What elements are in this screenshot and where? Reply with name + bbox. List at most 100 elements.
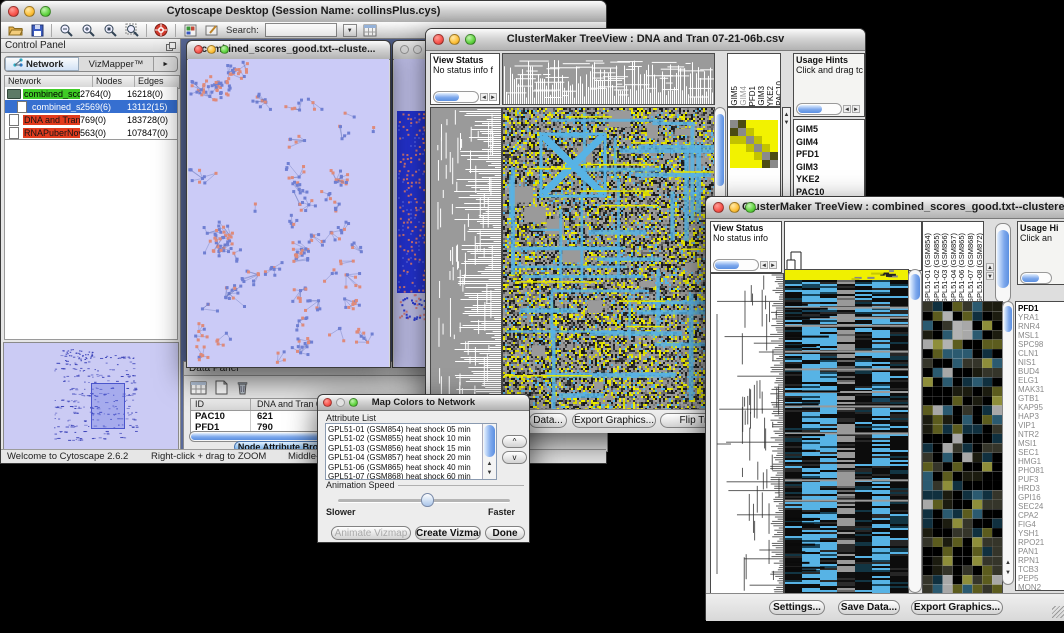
left-arrow-icon[interactable]: ◄	[480, 93, 488, 101]
zoom-button[interactable]	[745, 202, 756, 213]
treeview2-titlebar[interactable]: ClusterMaker TreeView : combined_scores_…	[706, 197, 1064, 219]
create-vizmap-button[interactable]: Create Vizmap	[415, 526, 481, 540]
up-arrow-icon[interactable]: ▲	[1003, 560, 1013, 567]
birdseye-canvas[interactable]	[3, 342, 179, 452]
select-attributes-button[interactable]	[190, 380, 207, 400]
left-arrow-icon[interactable]: ◄	[843, 105, 851, 113]
save-data-button[interactable]: Save Data...	[838, 600, 900, 615]
close-button[interactable]	[8, 6, 19, 17]
view-status-scrollbar[interactable]: ◄ ►	[433, 91, 497, 103]
tv2-heatmap-vscrollbar[interactable]	[908, 269, 922, 593]
right-arrow-icon[interactable]: ►	[769, 261, 777, 269]
search-dropdown-button[interactable]: ▼	[343, 24, 357, 37]
dialog-titlebar[interactable]: Map Colors to Network	[318, 395, 529, 411]
zoom-button[interactable]	[40, 6, 51, 17]
network-list-row[interactable]: DNA and Tran 07769(0)183728(0)	[5, 113, 177, 126]
usage-hints-scrollbar[interactable]	[1020, 272, 1052, 284]
right-arrow-icon[interactable]: ►	[852, 105, 860, 113]
new-attribute-button[interactable]	[215, 380, 228, 400]
done-button[interactable]: Done	[485, 526, 525, 540]
annotation-button[interactable]	[204, 23, 220, 37]
save-data-button[interactable]: Data...	[529, 413, 567, 428]
tab-vizmapper[interactable]: VizMapper™	[79, 57, 153, 71]
settings-button[interactable]: Settings...	[769, 600, 825, 615]
zoom-in-button[interactable]	[80, 23, 96, 37]
up-arrow-icon[interactable]: ▲	[783, 112, 790, 119]
save-session-button[interactable]	[29, 23, 45, 37]
treeview1-titlebar[interactable]: ClusterMaker TreeView : DNA and Tran 07-…	[426, 29, 865, 51]
zoom-fit-button[interactable]	[124, 23, 140, 37]
attribute-list-item[interactable]: GPL51-06 (GSM865) heat shock 40 min	[326, 463, 496, 472]
zoom-out-button[interactable]	[58, 23, 74, 37]
minimize-button[interactable]	[449, 34, 460, 45]
tab-overflow-arrow[interactable]: ►	[153, 57, 177, 71]
network-list-row[interactable]: combined_scores_2764(0)16218(0)	[5, 87, 177, 100]
attribute-list-item[interactable]: GPL51-01 (GSM854) heat shock 05 min	[326, 425, 496, 434]
main-titlebar[interactable]: Cytoscape Desktop (Session Name: collins…	[1, 1, 606, 23]
network-list-row[interactable]: RNAPuberNov2+563(0)107847(0)	[5, 126, 177, 139]
minimize-button[interactable]	[413, 45, 422, 54]
up-arrow-icon[interactable]: ▲	[483, 461, 496, 468]
move-down-button[interactable]: v	[502, 451, 527, 464]
attribute-list-item[interactable]: GPL51-02 (GSM855) heat shock 10 min	[326, 434, 496, 443]
control-panel-toggle-button[interactable]	[182, 23, 198, 37]
move-up-button[interactable]: ^	[502, 435, 527, 448]
tv1-top-dendrogram-canvas[interactable]	[502, 53, 715, 105]
down-arrow-icon[interactable]: ▼	[1003, 570, 1013, 577]
left-arrow-icon[interactable]: ◄	[760, 261, 768, 269]
minimize-button[interactable]	[24, 6, 35, 17]
zoom-selected-button[interactable]	[102, 23, 118, 37]
attribute-list-vscrollbar[interactable]: ▲ ▼	[482, 424, 496, 479]
right-arrow-icon[interactable]: ►	[489, 93, 497, 101]
export-graphics-button[interactable]: Export Graphics...	[572, 413, 656, 428]
network-list-row[interactable]: combined_sco2569(6)13112(15)	[5, 100, 177, 113]
attribute-browser-button[interactable]	[363, 23, 379, 37]
attribute-list-item[interactable]: GPL51-04 (GSM857) heat shock 20 min	[326, 453, 496, 462]
close-button[interactable]	[194, 45, 203, 54]
zoom-button[interactable]	[220, 45, 229, 54]
tv2-genelist-vscrollbar[interactable]: ▲ ▼	[1002, 301, 1014, 585]
attribute-list-box[interactable]: ▲ ▼ GPL51-01 (GSM854) heat shock 05 minG…	[325, 423, 497, 480]
animation-speed-slider[interactable]	[338, 499, 510, 503]
attribute-list-item[interactable]: GPL51-07 (GSM868) heat shock 60 min	[326, 472, 496, 480]
tv2-gene-list[interactable]: PFD1YRA1RNR4MSL1SPC98CLN1NIS1BUD4ELG1MAK…	[1015, 301, 1064, 591]
zoom-button[interactable]	[349, 398, 358, 407]
delete-attribute-button[interactable]	[236, 380, 249, 400]
close-button[interactable]	[433, 34, 444, 45]
attribute-list-item[interactable]: GPL51-03 (GSM856) heat shock 15 min	[326, 444, 496, 453]
export-graphics-button[interactable]: Export Graphics...	[911, 600, 1003, 615]
close-button[interactable]	[400, 45, 409, 54]
col-id[interactable]: ID	[191, 399, 251, 410]
net-a-canvas[interactable]	[188, 59, 389, 367]
minimize-button[interactable]	[336, 398, 345, 407]
down-arrow-icon[interactable]: ▼	[783, 120, 790, 127]
down-arrow-icon[interactable]: ▼	[483, 470, 496, 477]
float-panel-icon[interactable]	[166, 42, 176, 54]
minimize-button[interactable]	[729, 202, 740, 213]
resize-handle[interactable]	[1052, 606, 1064, 618]
view-status-scrollbar[interactable]: ◄ ►	[713, 259, 777, 271]
open-session-button[interactable]	[7, 23, 23, 37]
animate-vizmap-button[interactable]: Animate Vizmap	[331, 526, 411, 540]
tv2-left-dendrogram-canvas[interactable]	[710, 273, 784, 595]
usage-hints-scrollbar[interactable]: ◄ ►	[796, 103, 860, 115]
search-input[interactable]	[265, 23, 337, 37]
close-button[interactable]	[323, 398, 332, 407]
tv1-heatmap-canvas[interactable]	[502, 107, 715, 411]
tv2-subheatmap-canvas[interactable]	[922, 301, 1003, 595]
slider-thumb[interactable]	[421, 493, 434, 507]
tab-network[interactable]: Network	[5, 57, 79, 71]
tv1-matrix[interactable]	[730, 120, 778, 168]
network-list-blank	[4, 140, 178, 340]
zoom-button[interactable]	[465, 34, 476, 45]
tv1-left-dendrogram-canvas[interactable]	[430, 107, 502, 411]
network-a-titlebar[interactable]: combined_scores_good.txt--cluste...	[187, 41, 390, 60]
help-button[interactable]	[153, 23, 169, 37]
tv2-top-area-canvas[interactable]	[784, 221, 922, 271]
up-arrow-icon[interactable]: ▲	[986, 263, 994, 271]
down-arrow-icon[interactable]: ▼	[986, 272, 994, 280]
tv2-heatmap-canvas[interactable]	[784, 269, 909, 595]
close-button[interactable]	[713, 202, 724, 213]
tv2-labels-vscrollbar[interactable]	[995, 223, 1011, 303]
minimize-button[interactable]	[207, 45, 216, 54]
